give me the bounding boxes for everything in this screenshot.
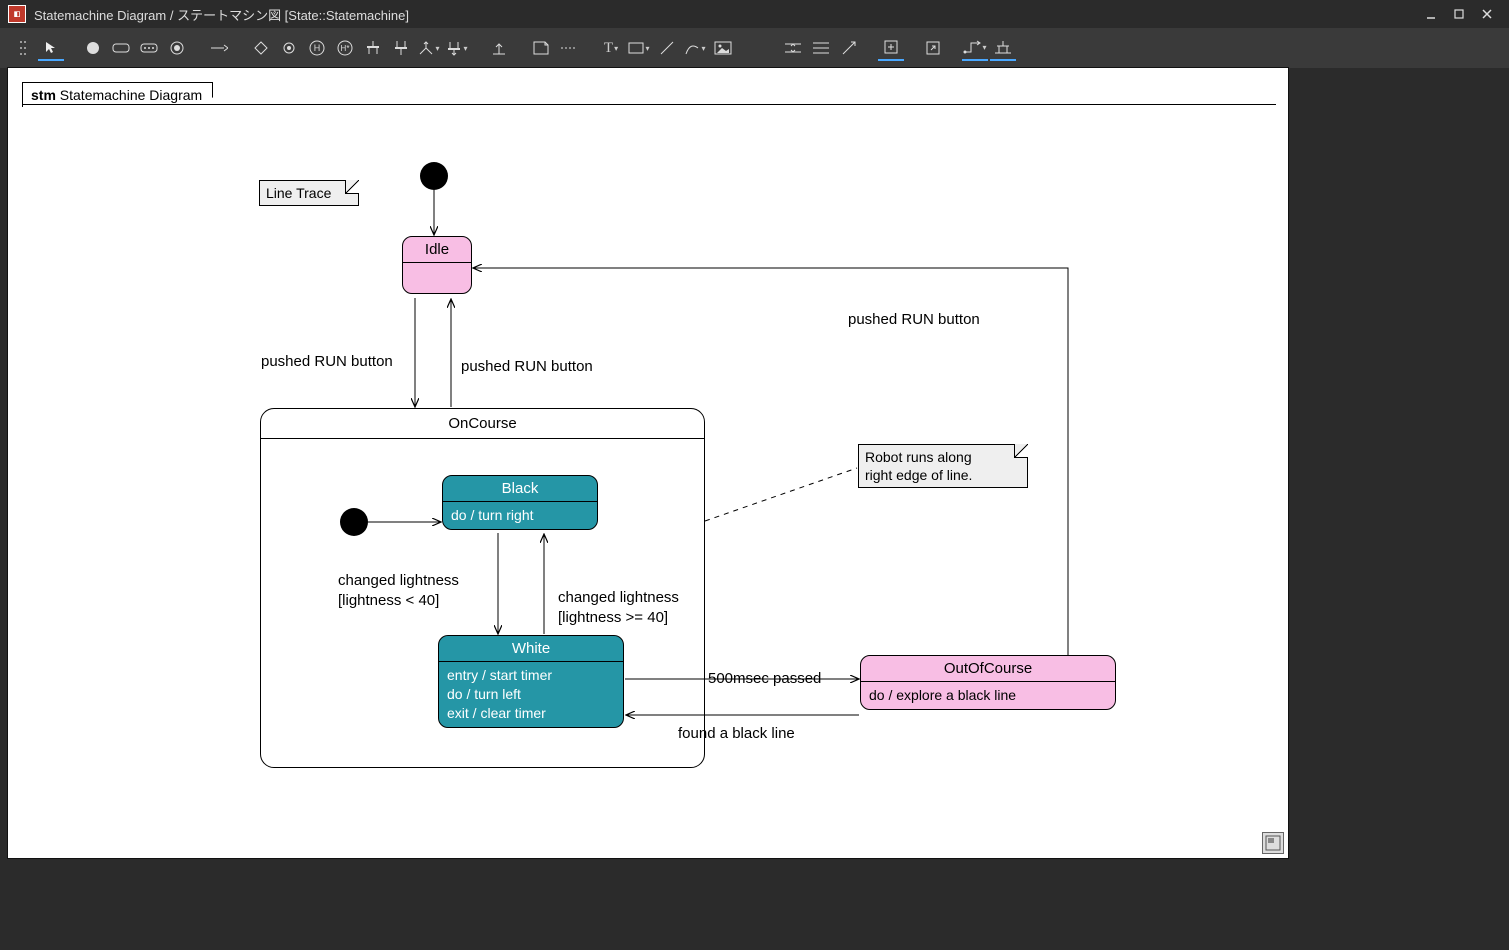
anchor-tool[interactable]: [486, 35, 512, 61]
state-black[interactable]: Black do / turn right: [442, 475, 598, 530]
junction-tool[interactable]: [276, 35, 302, 61]
align-horizontal-tool[interactable]: [780, 35, 806, 61]
exit-point-tool[interactable]: ▾: [444, 35, 470, 61]
fork-tool[interactable]: [360, 35, 386, 61]
curve-tool[interactable]: ▾: [682, 35, 708, 61]
svg-text:H: H: [314, 43, 321, 53]
final-state-tool[interactable]: [164, 35, 190, 61]
export-tool[interactable]: [920, 35, 946, 61]
titlebar: ◧ Statemachine Diagram / ステートマシン図 [State…: [0, 0, 1509, 28]
shallow-history-tool[interactable]: H: [304, 35, 330, 61]
label-white-to-outof: 500msec passed: [708, 670, 821, 687]
state-black-name: Black: [443, 476, 597, 502]
app-icon: ◧: [8, 5, 26, 23]
maximize-button[interactable]: [1445, 4, 1473, 24]
auto-layout-tool[interactable]: [990, 35, 1016, 61]
label-outof-to-white: found a black line: [678, 725, 795, 742]
align-vertical-tool[interactable]: [808, 35, 834, 61]
state-white-exit: exit / clear timer: [447, 704, 615, 723]
text-tool[interactable]: T▾: [598, 35, 624, 61]
submachine-tool[interactable]: [136, 35, 162, 61]
zoom-fit-tool[interactable]: [878, 35, 904, 61]
minimize-button[interactable]: [1417, 4, 1445, 24]
toolbar: H H* ▾ ▾ T▾ ▾ ▾ ▾: [0, 28, 1509, 68]
choice-tool[interactable]: [248, 35, 274, 61]
label-idle-to-oncourse: pushed RUN button: [261, 353, 393, 370]
state-white-name: White: [439, 636, 623, 662]
note-line-trace-text: Line Trace: [266, 185, 331, 201]
close-button[interactable]: [1473, 4, 1501, 24]
window-title: Statemachine Diagram / ステートマシン図 [State::…: [34, 5, 409, 24]
diagram-canvas[interactable]: stm Statemachine Diagram Line Trace Robo…: [8, 68, 1288, 858]
transition-tool[interactable]: [206, 35, 232, 61]
grip-icon[interactable]: [10, 35, 36, 61]
state-white-do: do / turn left: [447, 685, 615, 704]
label-outof-to-idle: pushed RUN button: [848, 311, 980, 328]
state-outofcourse-activity: do / explore a black line: [861, 682, 1115, 709]
initial-pseudostate-inner[interactable]: [340, 508, 368, 536]
pointer-tool[interactable]: [38, 35, 64, 61]
note-robot-l2: right edge of line.: [865, 466, 1021, 484]
note-robot-edge[interactable]: Robot runs along right edge of line.: [858, 444, 1028, 488]
state-outofcourse[interactable]: OutOfCourse do / explore a black line: [860, 655, 1116, 710]
state-white[interactable]: White entry / start timer do / turn left…: [438, 635, 624, 728]
label-black-to-white-1: changed lightness: [338, 572, 459, 589]
frame-title: Statemachine Diagram: [60, 87, 202, 103]
label-black-to-white-2: [lightness < 40]: [338, 592, 439, 609]
state-black-activity: do / turn right: [443, 502, 597, 529]
note-robot-l1: Robot runs along: [865, 448, 1021, 466]
image-tool[interactable]: [710, 35, 736, 61]
fit-tool[interactable]: [836, 35, 862, 61]
state-white-entry: entry / start timer: [447, 666, 615, 685]
initial-pseudostate-outer[interactable]: [420, 162, 448, 190]
state-idle-name: Idle: [403, 237, 471, 263]
rect-tool[interactable]: ▾: [626, 35, 652, 61]
join-tool[interactable]: [388, 35, 414, 61]
label-oncourse-to-idle: pushed RUN button: [461, 358, 593, 375]
note-anchor-tool[interactable]: [556, 35, 582, 61]
entry-point-tool[interactable]: ▾: [416, 35, 442, 61]
label-white-to-black-1: changed lightness: [558, 589, 679, 606]
mini-map-icon[interactable]: [1262, 832, 1284, 854]
note-tool[interactable]: [528, 35, 554, 61]
frame-prefix: stm: [31, 87, 56, 103]
initial-state-tool[interactable]: [80, 35, 106, 61]
edge-style-tool[interactable]: ▾: [962, 35, 988, 61]
line-tool[interactable]: [654, 35, 680, 61]
note-line-trace[interactable]: Line Trace: [259, 180, 359, 206]
label-white-to-black-2: [lightness >= 40]: [558, 609, 668, 626]
state-outofcourse-name: OutOfCourse: [861, 656, 1115, 682]
state-rounded-tool[interactable]: [108, 35, 134, 61]
svg-text:H*: H*: [341, 44, 350, 53]
state-idle[interactable]: Idle: [402, 236, 472, 294]
state-oncourse-name: OnCourse: [261, 409, 704, 439]
deep-history-tool[interactable]: H*: [332, 35, 358, 61]
